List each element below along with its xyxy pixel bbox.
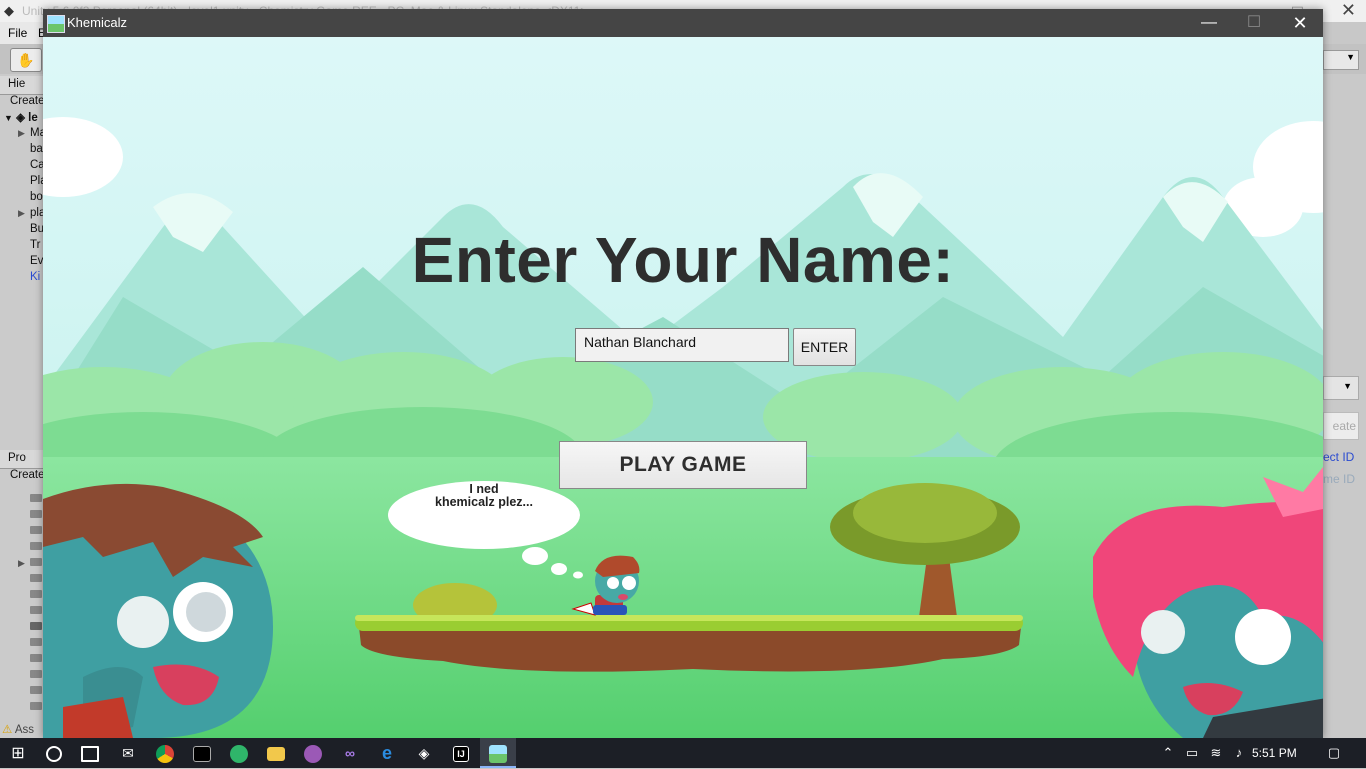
scene-row[interactable]: ▼ ◈ le: [4, 110, 38, 124]
window-titlebar[interactable]: Khemicalz — ☐ ✕: [43, 9, 1323, 37]
expand-arrow-icon[interactable]: ▶: [18, 558, 25, 569]
wifi-icon[interactable]: ≋: [1205, 738, 1227, 768]
maximize-button[interactable]: ☐: [1231, 9, 1277, 37]
hierarchy-item[interactable]: bo: [30, 191, 43, 203]
unity-menubar: File E: [0, 22, 46, 44]
hierarchy-create[interactable]: Create: [10, 95, 45, 107]
folder-icon[interactable]: [30, 542, 42, 550]
menu-file[interactable]: File: [8, 26, 27, 40]
visual-studio-icon[interactable]: ∞: [332, 738, 368, 768]
unity-close-button[interactable]: ✕: [1341, 0, 1356, 21]
unity-left-panel: Hie Create ▼ ◈ le ▶ Ma ba Ca Pla bo ▶ pl…: [0, 74, 47, 738]
edge-icon[interactable]: e: [369, 738, 405, 768]
mail-icon[interactable]: ✉: [110, 738, 146, 768]
inspector-dropdown[interactable]: ▼: [1323, 376, 1359, 400]
start-icon[interactable]: ⊞: [0, 738, 36, 768]
folder-icon[interactable]: [30, 590, 42, 598]
game-background: [43, 37, 1323, 738]
folder-icon[interactable]: [30, 702, 42, 710]
page-title: Enter Your Name:: [411, 224, 955, 296]
console-warning[interactable]: ⚠ Ass: [2, 722, 34, 736]
name-input[interactable]: [575, 328, 789, 362]
project-tab[interactable]: Pro: [0, 450, 44, 469]
intellij-icon[interactable]: IJ: [443, 738, 479, 768]
folder-icon[interactable]: [30, 574, 42, 582]
enter-button[interactable]: ENTER: [793, 328, 856, 366]
folder-icon[interactable]: [30, 606, 42, 614]
minimize-button[interactable]: —: [1186, 9, 1232, 37]
hierarchy-item[interactable]: Ki: [30, 271, 40, 283]
globe-icon[interactable]: [221, 738, 257, 768]
window-title: Khemicalz: [67, 15, 127, 30]
expand-arrow-icon[interactable]: ▶: [18, 128, 25, 139]
folder-icon[interactable]: [30, 622, 42, 630]
folder-icon[interactable]: [30, 686, 42, 694]
hierarchy-tab[interactable]: Hie: [0, 76, 44, 95]
game-canvas: Enter Your Name: ENTER PLAY GAME I ned k…: [43, 37, 1323, 738]
unity-logo-icon: ◆: [4, 3, 14, 18]
tray-expand-icon[interactable]: ⌃: [1157, 738, 1179, 768]
folder-icon[interactable]: [30, 654, 42, 662]
cmd-icon[interactable]: [184, 738, 220, 768]
app-icon[interactable]: [295, 738, 331, 768]
left-zombie: [43, 483, 273, 738]
unity-icon[interactable]: ◈: [406, 738, 442, 768]
unity-toolbar: ✋: [0, 44, 44, 74]
inspector-link[interactable]: ect ID: [1323, 450, 1354, 464]
folder-icon[interactable]: [30, 526, 42, 534]
clock[interactable]: 5:51 PM: [1252, 738, 1297, 768]
speech-text: I ned khemicalz plez...: [435, 482, 533, 509]
khemicalz-icon[interactable]: [480, 738, 516, 768]
khemicalz-app-icon: [47, 15, 65, 33]
expand-arrow-icon[interactable]: ▶: [18, 208, 25, 219]
task-view-icon[interactable]: [72, 738, 108, 768]
project-create[interactable]: Create: [10, 469, 45, 481]
layout-dropdown[interactable]: ▼: [1323, 50, 1359, 70]
folder-icon[interactable]: [30, 558, 42, 566]
hierarchy-item[interactable]: Bu: [30, 223, 44, 235]
taskbar: ⊞ ✉ ∞ e ◈ IJ ⌃ ▭ ≋ ♪ 5:51 PM ▢: [0, 738, 1366, 768]
unity-right-panel: ▼ ▼ eate ect ID me ID: [1323, 44, 1366, 738]
folder-icon[interactable]: [30, 494, 42, 502]
inspector-link[interactable]: me ID: [1323, 472, 1355, 486]
hierarchy-item[interactable]: Tr: [30, 239, 40, 251]
chrome-icon[interactable]: [147, 738, 183, 768]
folder-icon[interactable]: [30, 670, 42, 678]
battery-icon[interactable]: ▭: [1181, 738, 1203, 768]
file-explorer-icon[interactable]: [258, 738, 294, 768]
hand-tool-icon[interactable]: ✋: [10, 48, 42, 72]
volume-icon[interactable]: ♪: [1228, 738, 1250, 768]
warning-icon: ⚠: [2, 724, 13, 736]
inspector-create-button[interactable]: eate: [1323, 412, 1359, 440]
folder-icon[interactable]: [30, 510, 42, 518]
close-button[interactable]: ✕: [1277, 9, 1323, 37]
game-window: Khemicalz — ☐ ✕ Enter Your Name: Nathan …: [43, 9, 1323, 738]
play-game-button[interactable]: PLAY GAME: [559, 441, 807, 489]
cortana-icon[interactable]: [36, 738, 72, 768]
hierarchy-item[interactable]: ba: [30, 143, 43, 155]
folder-icon[interactable]: [30, 638, 42, 646]
hierarchy-item[interactable]: Ev: [30, 255, 43, 267]
notifications-icon[interactable]: ▢: [1322, 738, 1346, 768]
